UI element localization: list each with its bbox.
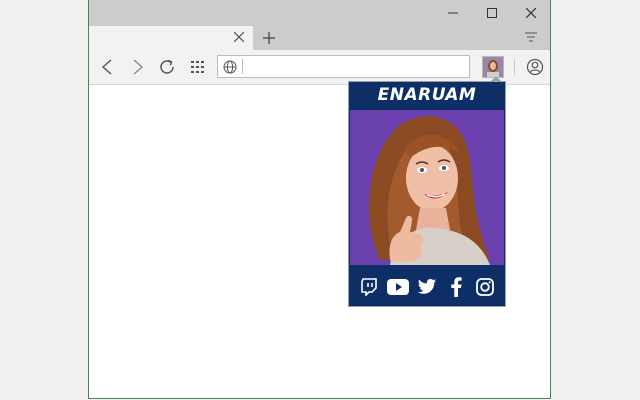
close-icon bbox=[233, 31, 245, 43]
plus-icon bbox=[263, 32, 275, 44]
close-window-button[interactable] bbox=[512, 0, 550, 26]
profile-button[interactable] bbox=[523, 55, 547, 79]
browser-tab[interactable] bbox=[89, 26, 253, 50]
social-links-bar bbox=[350, 268, 504, 305]
globe-icon bbox=[223, 60, 237, 74]
tab-menu-button[interactable] bbox=[524, 30, 538, 44]
portrait-image bbox=[350, 110, 504, 265]
facebook-link[interactable] bbox=[444, 275, 468, 299]
twitch-link[interactable] bbox=[357, 275, 381, 299]
popup-title: ENARUAM bbox=[350, 83, 504, 107]
tab-strip bbox=[89, 26, 550, 50]
address-separator bbox=[242, 59, 243, 74]
back-arrow-icon bbox=[101, 59, 112, 75]
twitch-icon bbox=[360, 277, 377, 296]
instagram-icon bbox=[476, 277, 495, 296]
youtube-icon bbox=[386, 278, 409, 295]
profile-icon bbox=[526, 58, 544, 76]
reload-icon bbox=[160, 59, 174, 74]
forward-button[interactable] bbox=[126, 55, 150, 79]
maximize-button[interactable] bbox=[473, 0, 511, 26]
extension-button[interactable] bbox=[482, 56, 504, 78]
twitter-link[interactable] bbox=[415, 275, 439, 299]
menu-lines-icon bbox=[525, 32, 537, 42]
toolbar-separator bbox=[514, 59, 515, 75]
minimize-button[interactable] bbox=[434, 0, 472, 26]
title-bar bbox=[89, 0, 550, 26]
extension-popup: ENARUAM bbox=[348, 81, 506, 307]
maximize-icon bbox=[487, 8, 497, 18]
new-tab-button[interactable] bbox=[259, 28, 279, 48]
twitter-icon bbox=[417, 278, 437, 294]
minimize-icon bbox=[448, 12, 458, 14]
instagram-link[interactable] bbox=[473, 275, 497, 299]
toolbar bbox=[89, 50, 550, 85]
avatar-thumbnail-icon bbox=[483, 57, 503, 77]
address-bar[interactable] bbox=[217, 55, 470, 78]
back-button[interactable] bbox=[95, 55, 119, 79]
youtube-link[interactable] bbox=[386, 275, 410, 299]
tab-close-button[interactable] bbox=[231, 29, 247, 45]
reload-button[interactable] bbox=[155, 55, 179, 79]
streamer-photo bbox=[350, 110, 504, 265]
apps-button[interactable] bbox=[186, 55, 210, 79]
facebook-icon bbox=[451, 276, 462, 297]
apps-grid-icon bbox=[191, 61, 204, 73]
forward-arrow-icon bbox=[133, 59, 144, 75]
address-input[interactable] bbox=[246, 57, 465, 78]
close-icon bbox=[526, 8, 536, 18]
